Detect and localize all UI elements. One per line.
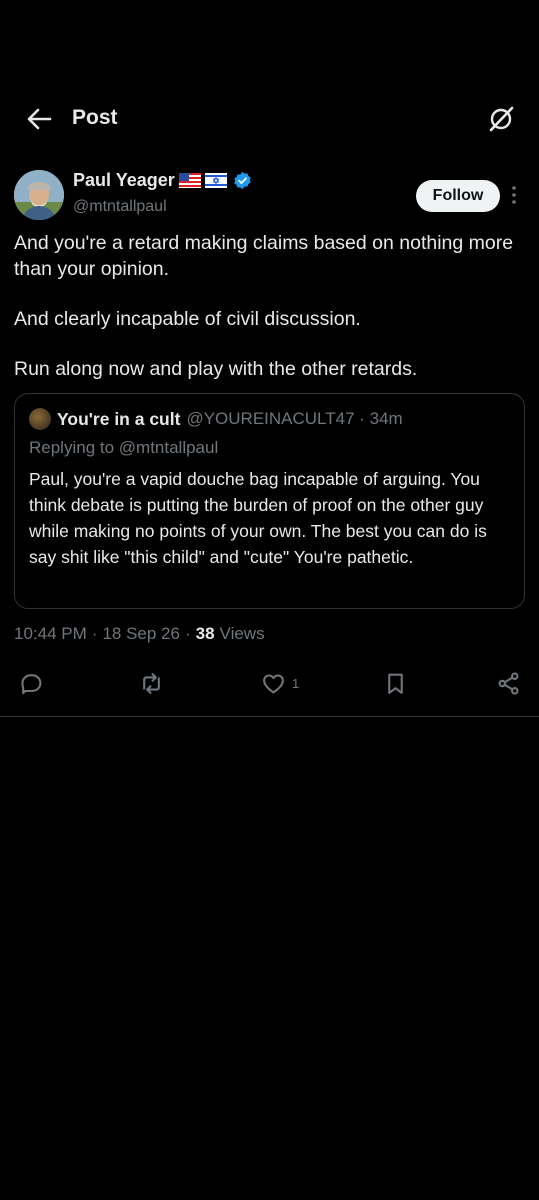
quoted-tweet-text: Paul, you're a vapid douche bag incapabl… — [29, 469, 487, 567]
quoted-author-handle-time: @YOUREINACULT47 · 34m — [186, 409, 403, 428]
quoted-author-name: You're in a cult — [57, 408, 181, 429]
us-flag-icon — [178, 173, 201, 188]
share-button[interactable] — [496, 668, 521, 698]
repost-icon — [143, 672, 160, 694]
like-button[interactable]: 1 — [261, 668, 299, 698]
share-icon — [498, 671, 519, 695]
tweet-meta: 10:44 PM · 18 Sep 26 · 38 Views — [14, 624, 265, 644]
repost-button[interactable] — [139, 668, 164, 698]
like-count: 1 — [292, 675, 300, 691]
grok-icon[interactable] — [487, 105, 515, 133]
separator-dot: · — [184, 624, 191, 643]
author-name-row: Paul Yeager — [73, 170, 252, 191]
tweet-time: 10:44 PM — [14, 624, 87, 643]
follow-button[interactable]: Follow — [416, 180, 500, 212]
page-title: Post — [72, 106, 118, 129]
post-screen: Post Paul Yeager @mtntallpaul Follow And… — [0, 0, 539, 1200]
reply-button[interactable] — [19, 668, 44, 698]
views-count[interactable]: 38 — [196, 624, 215, 644]
top-bar: Post — [0, 88, 539, 150]
author-name[interactable]: Paul Yeager — [73, 170, 175, 191]
tweet-paragraph: And clearly incapable of civil discussio… — [14, 308, 361, 330]
quoted-author-avatar — [29, 408, 51, 430]
divider — [0, 716, 539, 717]
tweet-text: And you're a retard making claims based … — [14, 230, 529, 406]
views-label: Views — [219, 624, 265, 643]
quoted-tweet-header: You're in a cult @YOUREINACULT47 · 34m — [29, 408, 403, 430]
quoted-tweet-card[interactable]: You're in a cult @YOUREINACULT47 · 34m R… — [14, 393, 525, 609]
tweet-paragraph: Run along now and play with the other re… — [14, 358, 418, 380]
reply-icon — [21, 673, 42, 694]
quoted-replying-to: Replying to @mtntallpaul — [29, 438, 219, 457]
bookmark-button[interactable] — [383, 668, 408, 698]
more-options-icon[interactable] — [506, 184, 522, 206]
verified-badge-icon — [234, 171, 251, 190]
action-bar: 1 — [0, 668, 539, 700]
heart-icon — [263, 673, 284, 693]
separator-dot: · — [91, 624, 98, 643]
author-handle[interactable]: @mtntallpaul — [73, 198, 167, 216]
author-avatar[interactable] — [14, 170, 64, 220]
back-arrow-icon[interactable] — [26, 107, 52, 131]
tweet-date: 18 Sep 26 — [102, 624, 180, 643]
tweet-paragraph: And you're a retard making claims based … — [14, 232, 514, 280]
bookmark-icon — [388, 673, 403, 694]
israel-flag-icon — [204, 173, 227, 188]
